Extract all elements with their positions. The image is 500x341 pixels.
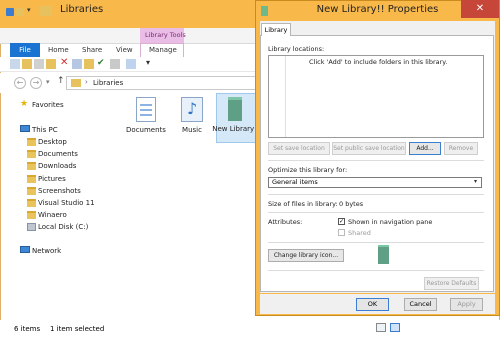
locations-hint: Click 'Add' to include folders in this l… — [309, 58, 448, 66]
properties-icon[interactable] — [10, 59, 20, 69]
separator — [268, 270, 484, 271]
size-value: 0 bytes — [339, 200, 364, 208]
separator — [268, 242, 484, 243]
folder-icon — [27, 162, 36, 170]
add-button[interactable]: Add... — [409, 142, 441, 155]
large-icons-view-icon[interactable] — [390, 323, 400, 332]
tab-home[interactable]: Home — [48, 46, 69, 54]
separator — [268, 160, 484, 161]
nav-favorites[interactable]: Favorites — [32, 101, 64, 109]
nav-network[interactable]: Network — [32, 247, 61, 255]
nav-item-downloads[interactable]: Downloads — [38, 162, 76, 170]
folder-icon — [27, 138, 36, 146]
library-icon-preview — [378, 245, 389, 264]
status-selected: 1 item selected — [50, 325, 105, 333]
music-library-icon[interactable]: ♪ — [181, 97, 203, 122]
open-icon[interactable] — [22, 59, 32, 69]
optimize-select[interactable]: General items — [268, 177, 482, 188]
ok-button[interactable]: OK — [356, 298, 389, 311]
folder-icon — [27, 187, 36, 195]
set-public-save-location-button[interactable]: Set public save location — [332, 142, 406, 155]
list-column-divider — [285, 56, 286, 137]
forward-icon[interactable]: → — [30, 77, 42, 89]
details-view-icon[interactable] — [376, 323, 386, 332]
nav-item-pictures[interactable]: Pictures — [38, 175, 66, 183]
nav-item-screenshots[interactable]: Screenshots — [38, 187, 81, 195]
locations-list[interactable] — [268, 55, 484, 138]
tab-view[interactable]: View — [116, 46, 133, 54]
locations-label: Library locations: — [268, 45, 325, 53]
nav-pane-checkbox[interactable]: ✓ — [338, 218, 345, 225]
tab-file[interactable]: File — [10, 43, 40, 57]
copy-icon[interactable] — [34, 59, 44, 69]
library-folder-icon — [71, 79, 81, 87]
new-folder-icon[interactable] — [84, 59, 94, 69]
folder-icon — [27, 175, 36, 183]
tab-manage[interactable]: Manage — [149, 46, 177, 54]
folder-icon — [27, 211, 36, 219]
back-icon[interactable]: ← — [14, 77, 26, 89]
star-icon: ★ — [20, 99, 29, 109]
nav-this-pc[interactable]: This PC — [32, 126, 58, 134]
folder-icon — [27, 199, 36, 207]
size-label: Size of files in library: — [268, 200, 338, 208]
paste-icon[interactable] — [46, 59, 56, 69]
nav-pane-label: Shown in navigation pane — [348, 218, 433, 226]
apply-button[interactable]: Apply — [450, 298, 483, 311]
delete-icon[interactable]: ✕ — [60, 57, 68, 68]
nav-item-documents[interactable]: Documents — [38, 150, 78, 158]
new-library-icon[interactable] — [228, 97, 242, 121]
network-icon — [20, 246, 30, 253]
status-item-count: 6 items — [14, 325, 41, 333]
recent-dropdown-icon[interactable]: ▾ — [46, 78, 50, 86]
computer-icon — [20, 125, 30, 132]
folder-icon — [27, 150, 36, 158]
up-icon[interactable]: ↑ — [57, 76, 65, 86]
separator — [268, 194, 484, 195]
documents-library-icon[interactable] — [136, 97, 156, 122]
breadcrumb-libraries[interactable]: Libraries — [93, 79, 123, 87]
attributes-label: Attributes: — [268, 218, 303, 226]
restore-defaults-button[interactable]: Restore Defaults — [424, 277, 479, 290]
qa-dropdown-icon[interactable]: ▾ — [27, 6, 31, 14]
change-library-icon-button[interactable]: Change library icon... — [268, 249, 344, 262]
library-tools-label: Library Tools — [145, 31, 186, 39]
tab-library[interactable]: Library — [261, 23, 291, 36]
chevron-down-icon[interactable]: ▾ — [474, 178, 477, 185]
set-save-location-button[interactable]: Set save location — [268, 142, 330, 155]
item-music[interactable]: Music — [167, 126, 217, 134]
item-documents[interactable]: Documents — [121, 126, 171, 134]
nav-item-local-disk[interactable]: Local Disk (C:) — [38, 223, 88, 231]
close-button[interactable]: ✕ — [461, 0, 499, 18]
separator — [268, 212, 484, 213]
select-icon[interactable] — [110, 59, 120, 69]
item-new-library[interactable]: New Library!! — [211, 125, 261, 133]
rename-icon[interactable] — [72, 59, 82, 69]
properties-icon[interactable] — [6, 8, 14, 16]
check-icon[interactable]: ✔ — [97, 58, 105, 68]
customize-dropdown-icon[interactable]: ▾ — [146, 58, 150, 67]
cancel-button[interactable]: Cancel — [404, 298, 437, 311]
tab-share[interactable]: Share — [82, 46, 102, 54]
shared-checkbox[interactable] — [338, 229, 345, 236]
optimize-label: Optimize this library for: — [268, 166, 348, 174]
remove-button[interactable]: Remove — [444, 142, 478, 155]
shared-label: Shared — [348, 229, 371, 237]
new-folder-icon[interactable] — [16, 8, 24, 16]
drive-icon — [27, 223, 36, 231]
explorer-title: Libraries — [60, 4, 104, 15]
nav-item-visual-studio[interactable]: Visual Studio 11 — [38, 199, 95, 207]
nav-item-desktop[interactable]: Desktop — [38, 138, 67, 146]
window-folder-icon — [40, 6, 52, 16]
nav-item-winaero[interactable]: Winaero — [38, 211, 67, 219]
view-icon[interactable] — [126, 59, 136, 69]
breadcrumb-chevron-icon[interactable]: › — [85, 78, 88, 86]
